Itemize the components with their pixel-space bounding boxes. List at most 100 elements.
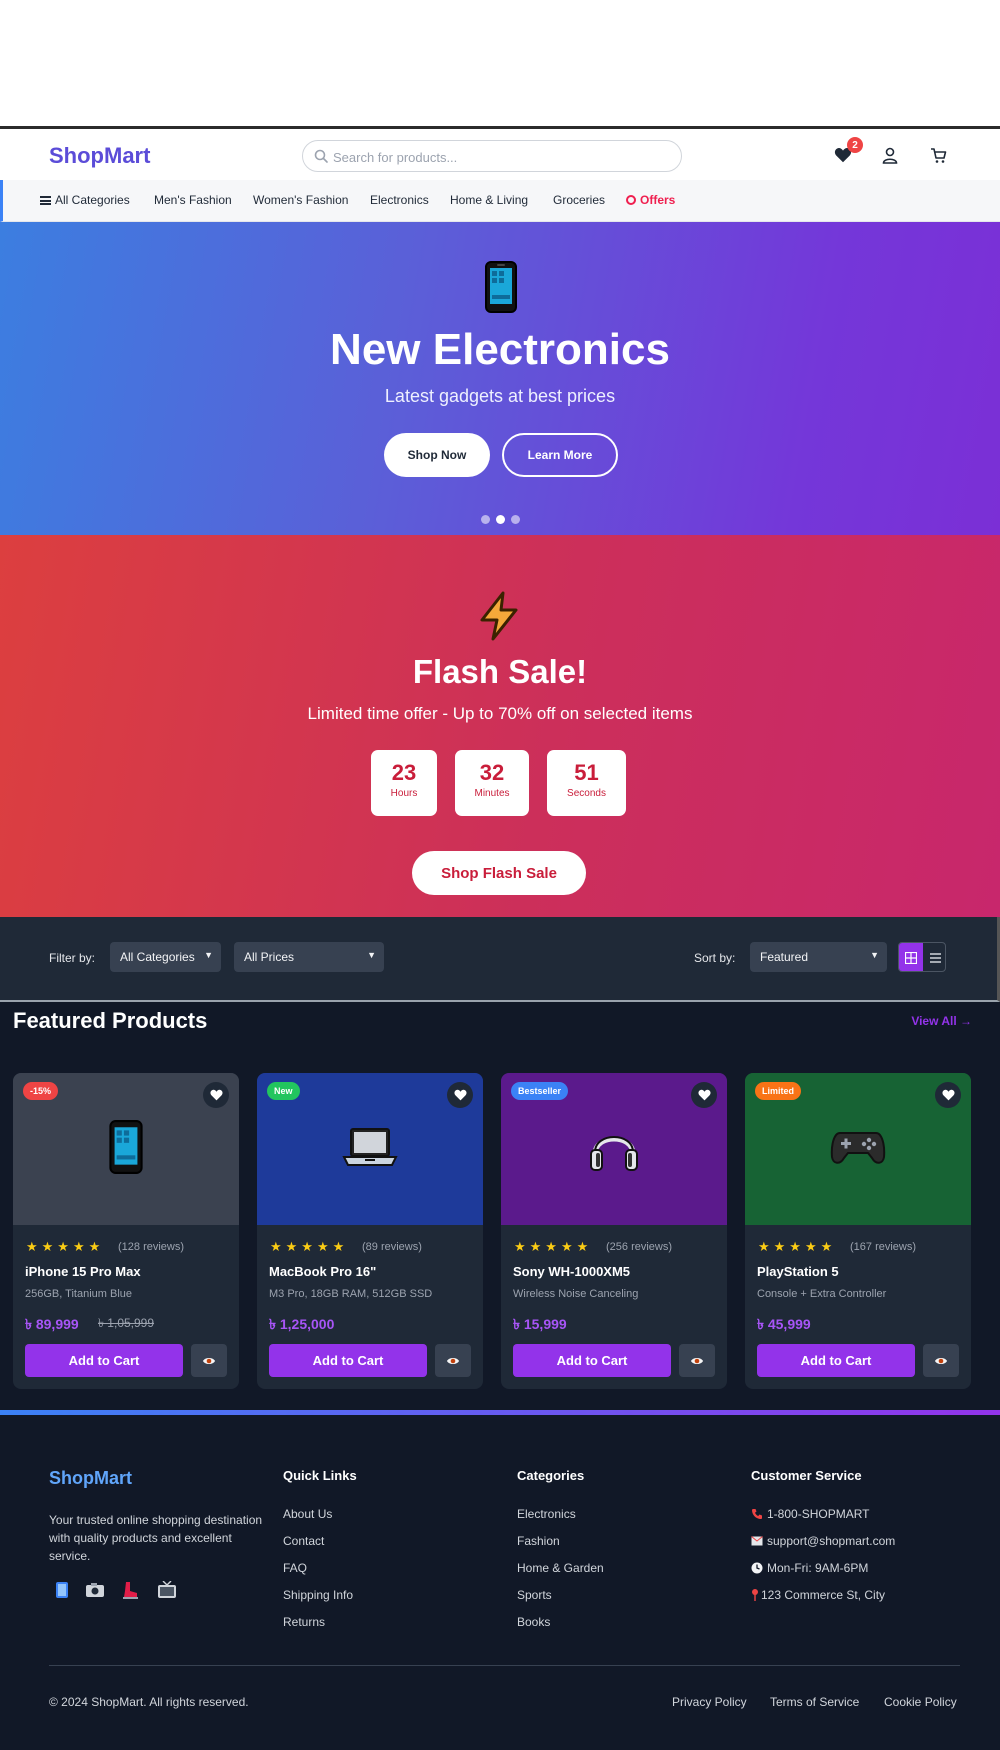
add-to-cart-button[interactable]: Add to Cart — [513, 1344, 671, 1377]
product-name[interactable]: iPhone 15 Pro Max — [25, 1264, 141, 1279]
footer-category-electronics[interactable]: Electronics — [517, 1507, 576, 1521]
featured-products-section: Featured Products View All → -15% ★★★★★ (1… — [0, 1002, 1000, 1410]
wishlist-toggle-button[interactable] — [447, 1082, 473, 1108]
footer-logo[interactable]: ShopMart — [49, 1468, 132, 1489]
sort-select[interactable]: Featured ▼ — [750, 942, 887, 972]
quick-links-heading: Quick Links — [283, 1468, 357, 1483]
all-categories-menu[interactable]: All Categories — [40, 193, 130, 207]
search-bar[interactable] — [302, 140, 682, 172]
footer-category-home-garden[interactable]: Home & Garden — [517, 1561, 604, 1575]
product-image[interactable]: Limited — [745, 1073, 971, 1225]
product-name[interactable]: Sony WH-1000XM5 — [513, 1264, 630, 1279]
terms-of-service-link[interactable]: Terms of Service — [770, 1695, 859, 1709]
laptop-icon — [342, 1126, 398, 1173]
nav-electronics[interactable]: Electronics — [370, 193, 429, 207]
add-to-cart-button[interactable]: Add to Cart — [757, 1344, 915, 1377]
cookie-policy-link[interactable]: Cookie Policy — [884, 1695, 957, 1709]
product-name[interactable]: MacBook Pro 16" — [269, 1264, 376, 1279]
search-input[interactable] — [333, 147, 673, 167]
product-image[interactable]: Bestseller — [501, 1073, 727, 1225]
facebook-icon[interactable] — [52, 1581, 72, 1599]
wishlist-toggle-button[interactable] — [691, 1082, 717, 1108]
nav-home-living[interactable]: Home & Living — [450, 193, 528, 207]
privacy-policy-link[interactable]: Privacy Policy — [672, 1695, 747, 1709]
star-rating: ★★★★★ — [270, 1239, 349, 1254]
product-image[interactable]: New — [257, 1073, 483, 1225]
product-card-playstation-5[interactable]: Limited ★★★★★ (167 reviews) PlayStation 5 Co… — [745, 1073, 971, 1389]
product-price: ৳ 45,999 — [757, 1316, 811, 1332]
heart-icon — [209, 1089, 223, 1101]
smartphone-icon — [485, 261, 517, 313]
shop-now-button[interactable]: Shop Now — [384, 433, 490, 477]
categories-heading: Categories — [517, 1468, 585, 1483]
nav-groceries[interactable]: Groceries — [553, 193, 605, 207]
product-name[interactable]: PlayStation 5 — [757, 1264, 839, 1279]
service-address: 123 Commerce St, City — [751, 1588, 885, 1602]
footer-link-contact[interactable]: Contact — [283, 1534, 324, 1548]
carousel-dot-1[interactable] — [481, 515, 490, 524]
heart-icon — [941, 1089, 955, 1101]
product-description: Console + Extra Controller — [757, 1288, 887, 1300]
account-button[interactable] — [878, 143, 902, 167]
instagram-icon[interactable] — [85, 1581, 105, 1599]
chevron-down-icon: ▼ — [870, 950, 879, 960]
footer-category-fashion[interactable]: Fashion — [517, 1534, 560, 1548]
product-card-macbook-pro-16[interactable]: New ★★★★★ (89 reviews) MacBook Pro 16" M3 Pr… — [257, 1073, 483, 1389]
price-filter-select[interactable]: All Prices ▼ — [234, 942, 384, 972]
wishlist-toggle-button[interactable] — [935, 1082, 961, 1108]
filter-by-label: Filter by: — [49, 951, 96, 965]
footer-link-returns[interactable]: Returns — [283, 1615, 325, 1629]
wishlist-toggle-button[interactable] — [203, 1082, 229, 1108]
wishlist-button[interactable]: 2 — [831, 137, 863, 167]
service-email[interactable]: support@shopmart.com — [751, 1534, 895, 1548]
product-tag-badge: -15% — [23, 1082, 59, 1100]
quick-view-button[interactable] — [435, 1344, 471, 1377]
countdown-minutes-label: Minutes — [474, 788, 510, 799]
list-view-button[interactable] — [923, 943, 945, 971]
quick-view-button[interactable] — [679, 1344, 715, 1377]
footer-link-about-us[interactable]: About Us — [283, 1507, 332, 1521]
footer-link-faq[interactable]: FAQ — [283, 1561, 307, 1575]
site-logo[interactable]: ShopMart — [49, 143, 150, 169]
footer-category-sports[interactable]: Sports — [517, 1588, 552, 1602]
view-toggle — [898, 942, 946, 972]
product-price: ৳ 1,25,000 — [269, 1316, 335, 1332]
product-description: M3 Pro, 18GB RAM, 512GB SSD — [269, 1288, 433, 1300]
featured-products-title: Featured Products — [13, 1008, 208, 1033]
product-card-iphone-15-pro-max[interactable]: -15% ★★★★★ (128 reviews) iPhone 15 Pro Max 2… — [13, 1073, 239, 1389]
footer-category-books[interactable]: Books — [517, 1615, 550, 1629]
service-phone-text: 1-800-SHOPMART — [767, 1507, 870, 1521]
carousel-dot-2[interactable] — [496, 515, 505, 524]
mail-icon — [751, 1536, 763, 1546]
quick-view-button[interactable] — [191, 1344, 227, 1377]
countdown-seconds-value: 51 — [574, 760, 599, 785]
hero-subtitle: Latest gadgets at best prices — [384, 386, 616, 406]
product-image[interactable]: -15% — [13, 1073, 239, 1225]
heart-icon — [453, 1089, 467, 1101]
footer-link-shipping-info[interactable]: Shipping Info — [283, 1588, 353, 1602]
learn-more-button[interactable]: Learn More — [502, 433, 618, 477]
twitter-icon[interactable] — [120, 1581, 140, 1599]
eye-icon — [934, 1356, 948, 1366]
carousel-dot-3[interactable] — [511, 515, 520, 524]
product-card-sony-wh-1000xm5[interactable]: Bestseller ★★★★★ (256 reviews) Sony WH-1000… — [501, 1073, 727, 1389]
nav-offers[interactable]: Offers — [626, 193, 675, 207]
grid-view-button[interactable] — [899, 943, 923, 971]
youtube-icon[interactable] — [157, 1581, 177, 1599]
all-categories-label: All Categories — [55, 193, 130, 207]
product-old-price: ৳ 1,05,999 — [98, 1316, 155, 1330]
countdown-hours-label: Hours — [390, 788, 418, 799]
quick-view-button[interactable] — [923, 1344, 959, 1377]
nav-mens-fashion[interactable]: Men's Fashion — [154, 193, 232, 207]
add-to-cart-button[interactable]: Add to Cart — [25, 1344, 183, 1377]
flash-sale-title: Flash Sale! — [412, 653, 588, 690]
add-to-cart-button[interactable]: Add to Cart — [269, 1344, 427, 1377]
shop-flash-sale-button[interactable]: Shop Flash Sale — [412, 851, 586, 895]
cart-button[interactable] — [926, 143, 950, 167]
sort-value: Featured — [760, 950, 809, 964]
category-filter-select[interactable]: All Categories ▼ — [110, 942, 221, 972]
nav-womens-fashion[interactable]: Women's Fashion — [253, 193, 348, 207]
service-hours-text: Mon-Fri: 9AM-6PM — [767, 1561, 869, 1575]
view-all-link[interactable]: View All → — [911, 1014, 972, 1028]
category-filter-value: All Categories — [120, 950, 195, 964]
